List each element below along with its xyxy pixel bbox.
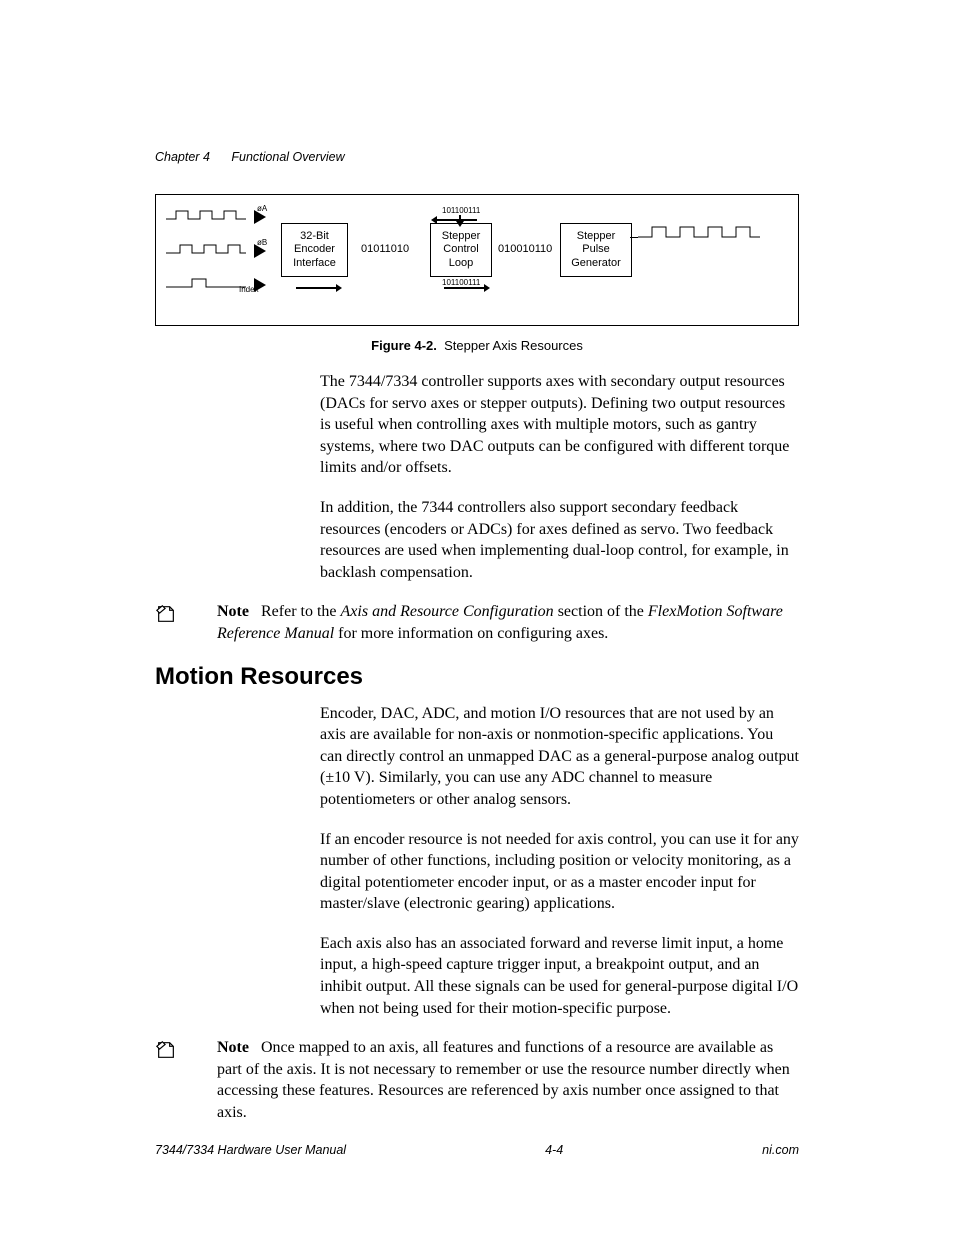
pulse-wave-icon: [638, 223, 768, 243]
control-loop-box: Stepper Control Loop: [430, 223, 492, 277]
figure-caption: Figure 4-2. Stepper Axis Resources: [155, 338, 799, 353]
bits-left-label: 01011010: [361, 243, 409, 255]
note-icon: [155, 603, 177, 625]
note-block: Note Once mapped to an axis, all feature…: [155, 1037, 799, 1123]
pulse-generator-box: Stepper Pulse Generator: [560, 223, 632, 277]
note-text: Note Refer to the Axis and Resource Conf…: [217, 601, 799, 644]
arrow-icon: [444, 287, 484, 289]
figure-caption-label: Figure 4-2.: [371, 338, 437, 353]
arrow-icon: [459, 215, 461, 221]
body-paragraph: In addition, the 7344 controllers also s…: [320, 497, 799, 583]
bits-bottom-label: 101100111: [442, 278, 480, 287]
body-paragraph: Encoder, DAC, ADC, and motion I/O resour…: [320, 703, 799, 811]
bits-mid-label: 010010110: [498, 243, 552, 255]
note-block: Note Refer to the Axis and Resource Conf…: [155, 601, 799, 644]
body-paragraph: If an encoder resource is not needed for…: [320, 829, 799, 915]
connector-line: [630, 237, 638, 238]
footer-right: ni.com: [762, 1143, 799, 1157]
arrow-icon: [296, 287, 336, 289]
figure-diagram: øA øB Index 32-Bit Encoder Interface 010…: [155, 194, 799, 326]
figure-caption-text: Stepper Axis Resources: [444, 338, 583, 353]
encoder-interface-box: 32-Bit Encoder Interface: [281, 223, 348, 277]
chapter-number: Chapter 4: [155, 150, 210, 164]
signal-phase-b-label: øB: [257, 238, 267, 247]
signal-index-label: Index: [239, 285, 259, 294]
page-footer: 7344/7334 Hardware User Manual 4-4 ni.co…: [155, 1143, 799, 1157]
footer-page-number: 4-4: [545, 1143, 563, 1157]
note-label: Note: [217, 603, 249, 620]
body-paragraph: Each axis also has an associated forward…: [320, 933, 799, 1019]
running-header: Chapter 4 Functional Overview: [155, 150, 799, 164]
signal-phase-a-label: øA: [257, 204, 267, 213]
bits-top-label: 101100111: [442, 206, 480, 215]
note-label: Note: [217, 1039, 249, 1056]
note-icon: [155, 1039, 177, 1061]
note-text: Note Once mapped to an axis, all feature…: [217, 1037, 799, 1123]
footer-left: 7344/7334 Hardware User Manual: [155, 1143, 346, 1157]
section-heading: Motion Resources: [155, 663, 799, 691]
body-paragraph: The 7344/7334 controller supports axes w…: [320, 371, 799, 479]
chapter-title: Functional Overview: [231, 150, 344, 164]
